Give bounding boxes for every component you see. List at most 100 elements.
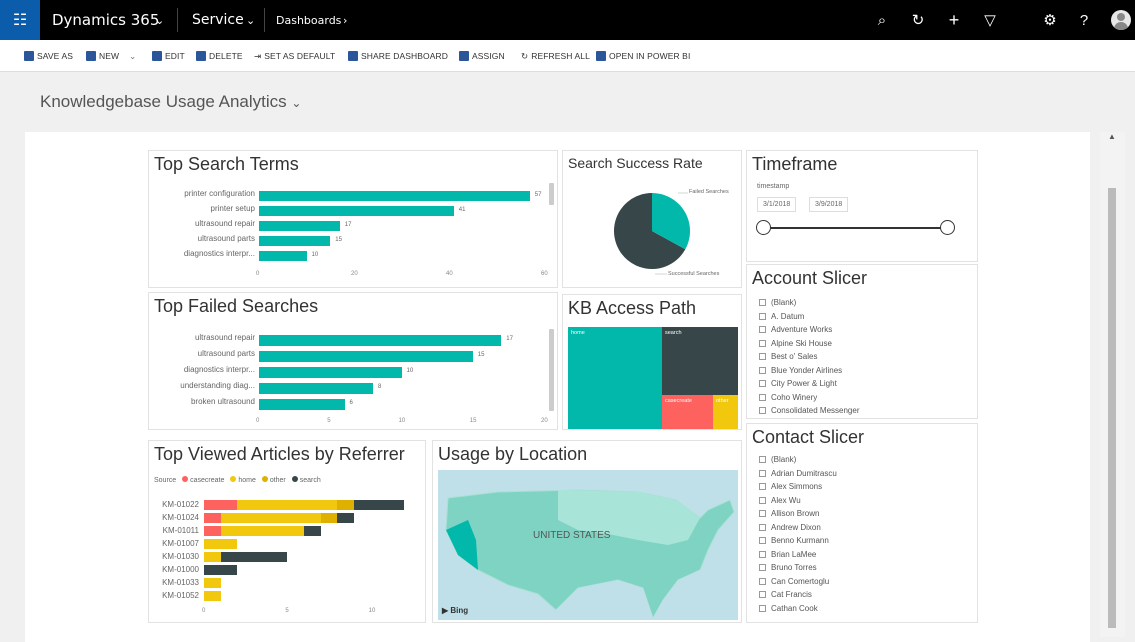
checkbox[interactable]	[759, 407, 766, 414]
checkbox[interactable]	[759, 326, 766, 333]
bar[interactable]	[259, 236, 331, 246]
checkbox[interactable]	[759, 550, 766, 558]
bar[interactable]	[259, 251, 307, 261]
usage-by-location-tile[interactable]: Usage by Location UNITED STATES ▶ Bing	[432, 440, 742, 623]
new-button[interactable]: NEW ⌄	[86, 40, 136, 72]
timeframe-tile[interactable]: Timeframe timestamp 3/1/2018 3/9/2018	[746, 150, 978, 262]
treemap-casecreate[interactable]: casecreate	[662, 395, 713, 429]
start-date-input[interactable]: 3/1/2018	[757, 197, 797, 212]
top-search-terms-tile[interactable]: Top Search Terms printer configuration 57…	[148, 150, 558, 288]
timeframe-slider-start-handle[interactable]	[756, 220, 771, 235]
kb-access-path-tile[interactable]: KB Access Path home search casecreate ot…	[562, 294, 742, 430]
checkbox[interactable]	[759, 380, 766, 387]
breadcrumb-dashboards[interactable]: Dashboards	[276, 0, 341, 40]
slicer-item[interactable]: Bruno Torres	[759, 561, 817, 574]
bar-segment-home[interactable]	[220, 526, 304, 536]
slicer-item[interactable]: Consolidated Messenger	[759, 404, 860, 417]
timeframe-slider-track[interactable]	[767, 227, 947, 229]
map-view[interactable]: UNITED STATES ▶ Bing	[438, 470, 738, 620]
slicer-item[interactable]: City Power & Light	[759, 377, 837, 390]
bar[interactable]	[259, 383, 373, 394]
top-failed-searches-tile[interactable]: Top Failed Searches ultrasound repair 17 u…	[148, 292, 558, 430]
bar-segment-search[interactable]	[354, 500, 404, 510]
bar[interactable]	[259, 191, 530, 201]
account-slicer-tile[interactable]: Account Slicer (Blank) A. Datum Adventure …	[746, 264, 978, 419]
slicer-item[interactable]: (Blank)	[759, 296, 796, 309]
bar-segment-other[interactable]	[320, 513, 338, 523]
bar[interactable]	[259, 221, 340, 231]
slicer-item[interactable]: Alex Wu	[759, 494, 801, 507]
checkbox[interactable]	[759, 312, 766, 320]
checkbox[interactable]	[759, 537, 766, 544]
bar[interactable]	[259, 399, 345, 410]
end-date-input[interactable]: 3/9/2018	[809, 197, 849, 212]
new-record-icon[interactable]: +	[944, 10, 964, 30]
slicer-item[interactable]: Andrew Dixon	[759, 521, 821, 534]
checkbox[interactable]	[759, 366, 766, 374]
delete-button[interactable]: DELETE	[196, 40, 243, 72]
slicer-item[interactable]: (Blank)	[759, 453, 796, 466]
page-scrollbar-thumb[interactable]	[1108, 188, 1116, 628]
timeframe-slider-end-handle[interactable]	[940, 220, 955, 235]
slicer-item[interactable]: Can Comertoglu	[759, 575, 829, 588]
chart-scrollbar[interactable]	[549, 329, 554, 411]
checkbox[interactable]	[759, 393, 766, 401]
chart-scrollbar[interactable]	[549, 183, 554, 205]
treemap-other[interactable]: other	[713, 395, 738, 429]
refresh-all-button[interactable]: ↻ REFRESH ALL	[521, 40, 590, 72]
slicer-item[interactable]: Adventure Works	[759, 323, 832, 336]
checkbox[interactable]	[759, 299, 766, 306]
share-dashboard-button[interactable]: SHARE DASHBOARD	[348, 40, 448, 72]
checkbox[interactable]	[759, 339, 766, 347]
bar-segment-casecreate[interactable]	[204, 526, 221, 536]
checkbox[interactable]	[759, 604, 766, 612]
checkbox[interactable]	[759, 564, 766, 571]
checkbox[interactable]	[759, 456, 766, 463]
bar-segment-casecreate[interactable]	[204, 513, 221, 523]
bar-segment-casecreate[interactable]	[204, 500, 238, 510]
app-name[interactable]: Dynamics 365	[52, 0, 159, 40]
app-chevron-icon[interactable]: ⌄	[155, 0, 164, 40]
slicer-item[interactable]: Best o' Sales	[759, 350, 817, 363]
contact-slicer-tile[interactable]: Contact Slicer (Blank) Adrian Dumitrascu A…	[746, 423, 978, 623]
slicer-item[interactable]: Benno Kurmann	[759, 534, 829, 547]
checkbox[interactable]	[759, 510, 766, 517]
app-launcher-icon[interactable]: ☷	[0, 0, 40, 40]
bar-segment-home[interactable]	[220, 513, 321, 523]
treemap-home[interactable]: home	[568, 327, 662, 429]
dashboard-selector[interactable]: Knowledgebase Usage Analytics ⌄	[40, 92, 301, 112]
checkbox[interactable]	[759, 523, 766, 531]
slicer-item[interactable]: A. Datum	[759, 310, 804, 323]
bar-segment-home[interactable]	[204, 539, 238, 549]
checkbox[interactable]	[759, 469, 766, 477]
edit-button[interactable]: EDIT	[152, 40, 185, 72]
breadcrumb-chevron-icon[interactable]: ›	[343, 0, 347, 40]
checkbox[interactable]	[759, 483, 766, 490]
slicer-item[interactable]: Brian LaMee	[759, 548, 816, 561]
save-as-button[interactable]: SAVE AS	[24, 40, 73, 72]
treemap-search[interactable]: search	[662, 327, 738, 395]
search-success-rate-tile[interactable]: Search Success Rate Failed Searches Succ…	[562, 150, 742, 288]
slicer-item[interactable]: Blue Yonder Airlines	[759, 364, 842, 377]
slicer-item[interactable]: Allison Brown	[759, 507, 819, 520]
bar-segment-home[interactable]	[204, 552, 221, 562]
bar-segment-search[interactable]	[220, 552, 288, 562]
checkbox[interactable]	[759, 591, 766, 598]
set-as-default-button[interactable]: ⇥ SET AS DEFAULT	[254, 40, 335, 72]
bar-segment-search[interactable]	[337, 513, 354, 523]
bar-segment-home[interactable]	[204, 591, 221, 601]
slicer-item[interactable]: Adrian Dumitrascu	[759, 467, 837, 480]
recent-icon[interactable]: ↻	[908, 10, 928, 30]
settings-gear-icon[interactable]: ⚙	[1040, 10, 1060, 30]
scroll-up-arrow-icon[interactable]: ▲	[1104, 132, 1120, 146]
assign-button[interactable]: ASSIGN	[459, 40, 505, 72]
bar[interactable]	[259, 367, 402, 378]
slicer-item[interactable]: Coho Winery	[759, 391, 817, 404]
area-selector[interactable]: Service	[192, 0, 244, 40]
bar[interactable]	[259, 206, 454, 216]
checkbox[interactable]	[759, 353, 766, 360]
checkbox[interactable]	[759, 577, 766, 585]
slicer-item[interactable]: Cathan Cook	[759, 602, 818, 615]
open-in-power-bi-button[interactable]: OPEN IN POWER BI	[596, 40, 690, 72]
slicer-item[interactable]: Alex Simmons	[759, 480, 822, 493]
